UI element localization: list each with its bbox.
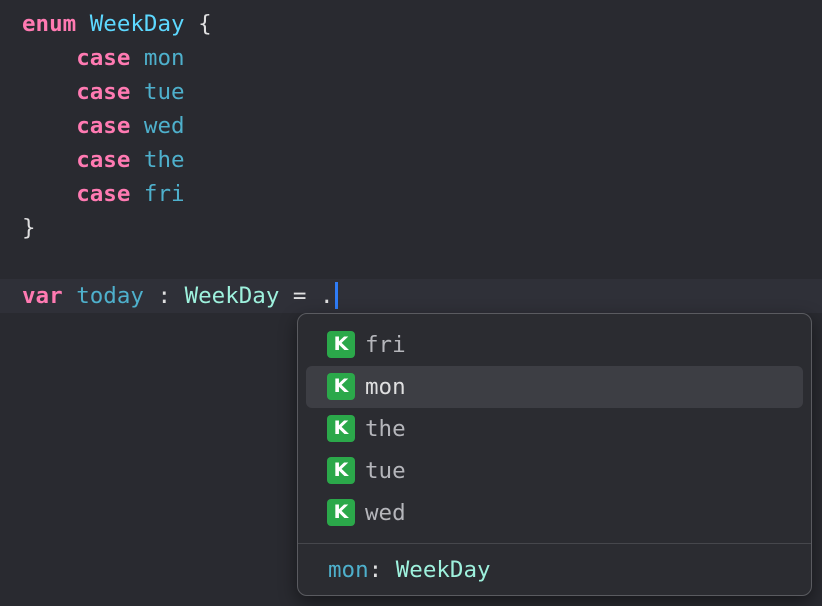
assignment-dot: = . — [279, 283, 334, 309]
code-line-case[interactable]: case the — [22, 143, 185, 177]
autocomplete-popup[interactable]: K fri K mon K the K tue K wed mon: WeekD… — [297, 313, 812, 596]
detail-separator: : — [368, 557, 396, 583]
case-name: fri — [143, 181, 185, 207]
completion-label: mon — [365, 374, 406, 400]
completion-item-the[interactable]: K the — [306, 408, 803, 450]
enum-case-badge-icon: K — [327, 373, 355, 400]
completion-label: fri — [365, 332, 406, 358]
close-brace: } — [22, 215, 36, 241]
code-line-case[interactable]: case wed — [22, 109, 185, 143]
detail-type: WeekDay — [395, 557, 491, 583]
completion-item-tue[interactable]: K tue — [306, 450, 803, 492]
text-caret — [334, 281, 338, 309]
type-colon: : — [143, 283, 185, 309]
keyword-var: var — [22, 283, 63, 309]
keyword-case: case — [76, 147, 131, 173]
case-name: tue — [143, 79, 185, 105]
code-line-var-declaration[interactable]: var today : WeekDay = . — [22, 279, 338, 313]
completion-label: wed — [365, 500, 406, 526]
case-name: mon — [143, 45, 185, 71]
keyword-case: case — [76, 181, 131, 207]
enum-case-badge-icon: K — [327, 499, 355, 526]
enum-case-badge-icon: K — [327, 331, 355, 358]
keyword-case: case — [76, 45, 131, 71]
detail-name: mon — [328, 557, 369, 583]
completion-item-fri[interactable]: K fri — [306, 324, 803, 366]
keyword-enum: enum — [22, 11, 77, 37]
case-name: the — [143, 147, 185, 173]
completion-list[interactable]: K fri K mon K the K tue K wed — [298, 324, 811, 534]
code-line-case[interactable]: case fri — [22, 177, 185, 211]
variable-name: today — [76, 283, 144, 309]
keyword-case: case — [76, 79, 131, 105]
completion-label: tue — [365, 458, 406, 484]
completion-label: the — [365, 416, 406, 442]
completion-detail: mon: WeekDay — [328, 552, 491, 588]
code-line-case[interactable]: case mon — [22, 41, 185, 75]
code-line-enum-declaration[interactable]: enum WeekDay { — [22, 7, 212, 41]
case-name: wed — [143, 113, 185, 139]
keyword-case: case — [76, 113, 131, 139]
variable-type: WeekDay — [184, 283, 280, 309]
enum-case-badge-icon: K — [327, 457, 355, 484]
enum-name: WeekDay — [89, 11, 185, 37]
code-editor[interactable]: enum WeekDay { case mon case tue case we… — [0, 0, 822, 606]
completion-item-wed[interactable]: K wed — [306, 492, 803, 534]
code-line-case[interactable]: case tue — [22, 75, 185, 109]
code-line-close-brace[interactable]: } — [22, 211, 36, 245]
completion-item-mon[interactable]: K mon — [306, 366, 803, 408]
enum-case-badge-icon: K — [327, 415, 355, 442]
open-brace: { — [198, 11, 212, 37]
popup-divider — [298, 543, 811, 544]
